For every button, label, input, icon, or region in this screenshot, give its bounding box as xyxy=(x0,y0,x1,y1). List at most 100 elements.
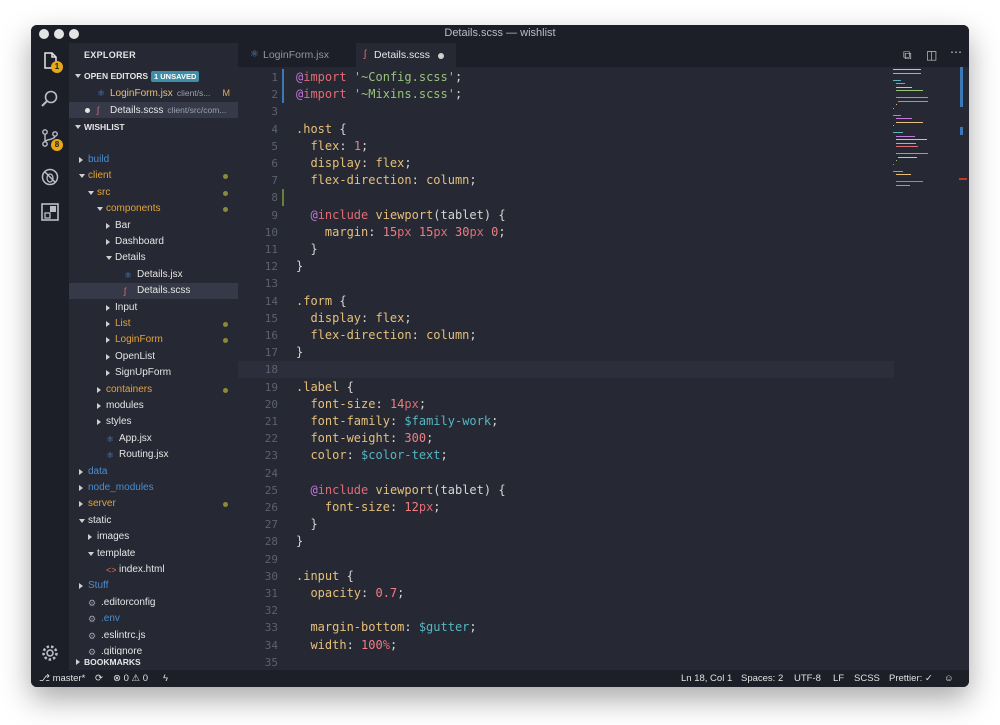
encoding[interactable]: UTF-8 xyxy=(794,670,821,687)
tree-file[interactable]: ⚛ Details.jsx xyxy=(69,267,238,283)
tree-file[interactable]: ⚛ Routing.jsx xyxy=(69,447,238,463)
tree-folder[interactable]: data xyxy=(69,464,238,480)
code-line[interactable]: 14 .form { xyxy=(238,293,928,310)
code-line[interactable]: 27 } xyxy=(238,516,928,533)
code-line[interactable]: 1 @import '~Config.scss'; xyxy=(238,69,928,86)
unsaved-dot-icon[interactable] xyxy=(438,53,444,59)
tree-folder[interactable]: modules xyxy=(69,398,238,414)
code-line[interactable]: 18 xyxy=(238,361,894,379)
smiley-icon[interactable]: ☺ xyxy=(944,670,954,687)
tree-folder[interactable]: node_modules xyxy=(69,480,238,496)
code-line[interactable]: 21 font-family: $family-work; xyxy=(238,413,928,430)
files-icon[interactable]: 1 xyxy=(40,51,63,73)
open-changes-icon[interactable]: ⧉ xyxy=(903,48,912,63)
search-icon[interactable] xyxy=(40,89,60,109)
code-line[interactable]: 31 opacity: 0.7; xyxy=(238,585,928,602)
open-editors-header[interactable]: OPEN EDITORS 1 UNSAVED xyxy=(69,69,238,84)
tab-details-scss[interactable]: ʃ Details.scss xyxy=(356,43,456,67)
tree-folder[interactable]: server xyxy=(69,496,238,512)
code-line[interactable]: 32 xyxy=(238,602,928,619)
code-editor[interactable]: 1 @import '~Config.scss'; 2 @import '~Mixin… xyxy=(238,67,969,670)
branch-indicator[interactable]: ⎇ master* xyxy=(39,670,85,687)
code-line[interactable]: 3 xyxy=(238,103,928,120)
extensions-icon[interactable] xyxy=(40,202,60,222)
code-line[interactable]: 2 @import '~Mixins.scss'; xyxy=(238,86,928,104)
zoom-window-button[interactable] xyxy=(69,29,79,39)
code-line[interactable]: 10 margin: 15px 15px 30px 0; xyxy=(238,224,928,241)
tree-folder[interactable]: OpenList xyxy=(69,349,238,365)
debug-icon[interactable] xyxy=(40,167,60,187)
source-control-icon[interactable]: 8 xyxy=(40,128,63,151)
unsaved-dot-icon[interactable] xyxy=(85,108,90,113)
code-line[interactable]: 5 flex: 1; xyxy=(238,138,928,155)
tree-folder[interactable]: List xyxy=(69,316,238,332)
tree-file[interactable]: ʃ Details.scss xyxy=(69,283,238,300)
open-editor-item[interactable]: ⚛ LoginForm.jsx client/s... M xyxy=(69,85,238,101)
sync-icon[interactable]: ⟳ xyxy=(95,670,103,687)
code-line[interactable]: 35 xyxy=(238,654,928,670)
tree-file[interactable]: ⚙ .editorconfig xyxy=(69,595,238,611)
tree-file[interactable]: ⚙ .eslintrc.js xyxy=(69,628,238,644)
code-line[interactable]: 29 xyxy=(238,551,928,568)
code-line[interactable]: 30 .input { xyxy=(238,568,928,585)
code-line[interactable]: 17} xyxy=(238,344,928,361)
project-header[interactable]: WISHLIST xyxy=(69,120,238,135)
code-line[interactable]: 9 @include viewport(tablet) { xyxy=(238,207,928,224)
code-line[interactable]: 34 width: 100%; xyxy=(238,637,928,654)
tree-folder[interactable]: LoginForm xyxy=(69,332,238,348)
code-line[interactable]: 20 font-size: 14px; xyxy=(238,396,928,413)
problems-indicator[interactable]: ⊗ 0 ⚠ 0 xyxy=(113,670,148,687)
tree-file[interactable]: <> index.html xyxy=(69,562,238,578)
lightning-icon[interactable]: ϟ xyxy=(163,670,168,687)
code-line[interactable]: 6 display: flex; xyxy=(238,155,928,172)
minimap[interactable] xyxy=(893,67,955,207)
scrollbar[interactable] xyxy=(959,67,967,670)
tree-folder[interactable]: Stuff xyxy=(69,578,238,594)
bookmarks-header[interactable]: BOOKMARKS xyxy=(69,655,238,670)
tree-folder[interactable]: images xyxy=(69,529,238,545)
tree-folder[interactable]: Bar xyxy=(69,218,238,234)
tree-folder[interactable]: components xyxy=(69,201,238,217)
tree-file[interactable]: ⚙ .env xyxy=(69,611,238,627)
cursor-position[interactable]: Ln 18, Col 1 xyxy=(681,670,732,687)
code-line[interactable]: 24 xyxy=(238,465,928,482)
split-editor-icon[interactable]: ◫ xyxy=(926,48,937,62)
tree-folder[interactable]: build xyxy=(69,152,238,168)
gear-icon[interactable] xyxy=(40,643,60,663)
tab-loginform[interactable]: ⚛ LoginForm.jsx xyxy=(238,43,348,67)
code-line[interactable]: 13 xyxy=(238,275,928,292)
code-line[interactable]: 12} xyxy=(238,258,928,275)
tree-folder[interactable]: template xyxy=(69,546,238,562)
code-line[interactable]: 25 @include viewport(tablet) { xyxy=(238,482,928,499)
tree-folder[interactable]: containers xyxy=(69,382,238,398)
code-line[interactable]: 19 .label { xyxy=(238,379,928,396)
tree-folder[interactable]: Input xyxy=(69,300,238,316)
tree-file[interactable]: ⚛ App.jsx xyxy=(69,431,238,447)
code-line[interactable]: 7 flex-direction: column; xyxy=(238,172,928,189)
tree-folder[interactable]: styles xyxy=(69,414,238,430)
code-line[interactable]: 23 color: $color-text; xyxy=(238,447,928,464)
prettier-status[interactable]: Prettier: ✓ xyxy=(889,670,933,687)
tree-folder[interactable]: src xyxy=(69,185,238,201)
line-ending[interactable]: LF xyxy=(833,670,844,687)
indentation[interactable]: Spaces: 2 xyxy=(741,670,783,687)
code-line[interactable]: 15 display: flex; xyxy=(238,310,928,327)
tree-folder[interactable]: static xyxy=(69,513,238,529)
tree-folder[interactable]: SignUpForm xyxy=(69,365,238,381)
minimize-window-button[interactable] xyxy=(54,29,64,39)
code-line[interactable]: 16 flex-direction: column; xyxy=(238,327,928,344)
code-line[interactable]: 28} xyxy=(238,533,928,550)
close-window-button[interactable] xyxy=(39,29,49,39)
code-line[interactable]: 22 font-weight: 300; xyxy=(238,430,928,447)
tree-folder[interactable]: client xyxy=(69,168,238,184)
code-line[interactable]: 33 margin-bottom: $gutter; xyxy=(238,619,928,636)
tree-folder[interactable]: Details xyxy=(69,250,238,266)
language-mode[interactable]: SCSS xyxy=(854,670,880,687)
more-actions-icon[interactable]: ⋯ xyxy=(950,45,962,59)
open-editor-item[interactable]: ʃ Details.scss client/src/com... xyxy=(69,102,238,118)
code-line[interactable]: 26 font-size: 12px; xyxy=(238,499,928,516)
tree-folder[interactable]: Dashboard xyxy=(69,234,238,250)
code-line[interactable]: 8 xyxy=(238,189,928,207)
code-line[interactable]: 4 .host { xyxy=(238,121,928,138)
code-line[interactable]: 11 } xyxy=(238,241,928,258)
